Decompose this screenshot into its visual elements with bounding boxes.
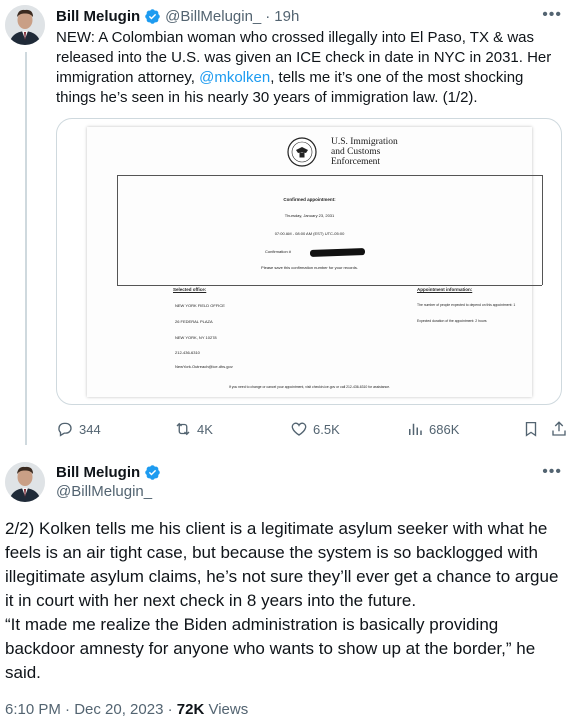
repost-button[interactable]: 4K [174,420,213,438]
confirmation-label: Confirmation # [265,249,292,254]
repost-icon [176,422,190,436]
office-line: NEW YORK FIELD OFFICE [175,303,225,308]
heart-icon [291,422,307,436]
office-line: NewYork.Outreach@ice.dhs.gov [175,364,233,369]
divider [117,285,542,286]
tweet-text: NEW: A Colombian woman who crossed illeg… [56,28,556,108]
like-button[interactable]: 6.5K [290,420,340,438]
share-button[interactable] [550,420,568,438]
reply-count: 344 [79,421,101,437]
info-line: Expected duration of the appointment: 2 … [417,319,487,323]
save-note: Please save this confirmation number for… [261,265,358,270]
repost-count: 4K [197,421,213,437]
appointment-info-heading: Appointment information: [417,287,473,292]
attached-image[interactable]: U.S. Immigration and Customs Enforcement… [56,118,562,405]
office-line: 212-436-6310 [175,350,200,355]
tweet-header: Bill Melugin [56,462,161,482]
verified-badge-icon [145,464,160,480]
author-handle[interactable]: @BillMelugin_ [165,8,261,25]
appointment-time: 07:00 AM - 08:00 AM (EST) UTC-05:00 [274,231,345,236]
footer-note: If you need to change or cancel your app… [228,385,391,389]
reply-button[interactable]: 344 [56,420,101,438]
author-name[interactable]: Bill Melugin [56,8,140,25]
appointment-date: Thursday, January 23, 2031 [284,213,335,218]
like-count: 6.5K [313,421,340,437]
confirmed-heading: Confirmed appointment: [283,197,336,202]
redaction-bar [309,248,366,257]
separator-dot: · [265,7,271,25]
author-handle[interactable]: @BillMelugin_ [56,483,152,500]
more-horizontal-icon[interactable]: ••• [542,463,562,481]
mention-link[interactable]: @mkolken [199,69,270,86]
verified-badge-icon [145,8,160,24]
thread-connector-line [25,52,27,445]
divider [542,175,543,285]
ice-appointment-document: U.S. Immigration and Customs Enforcement… [87,127,543,397]
office-line: NEW YORK, NY 10278 [175,335,217,340]
selected-office-heading: Selected office: [173,287,207,292]
tweet-time[interactable]: 19h [274,8,299,25]
views-button[interactable]: 686K [406,420,459,438]
avatar[interactable] [5,462,45,502]
bookmark-icon [525,421,537,437]
avatar[interactable] [5,5,45,45]
tweet-meta: 6:10 PM · Dec 20, 2023 · 72K Views [5,701,248,718]
office-line: 26 FEDERAL PLAZA [175,319,213,324]
view-count: 686K [429,421,460,437]
views-count: 72K [176,701,205,718]
divider [117,175,542,176]
agency-name: U.S. Immigration and Customs Enforcement [331,137,441,167]
tweet-text: 2/2) Kolken tells me his client is a leg… [5,517,570,685]
agency-line: Enforcement [331,157,381,167]
timestamp[interactable]: 6:10 PM · Dec 20, 2023 · [5,701,177,718]
author-name[interactable]: Bill Melugin [56,464,140,481]
tweet-actions: 344 4K 6.5K 686K [56,420,574,440]
dhs-seal-icon [287,137,317,167]
views-label: Views [204,701,249,718]
info-line: The number of people expected to depend … [417,303,516,307]
agency-line: and Customs [331,147,381,157]
tweet-paragraph: 2/2) Kolken tells me his client is a leg… [5,519,559,610]
more-horizontal-icon[interactable]: ••• [542,6,562,24]
tweet-paragraph: “It made me realize the Biden administra… [5,615,536,682]
tweet-header: Bill Melugin @BillMelugin_ · 19h [56,6,299,26]
bookmark-button[interactable] [522,420,540,438]
analytics-icon [409,423,422,435]
share-icon [552,421,566,436]
reply-icon [58,422,72,437]
agency-line: U.S. Immigration [331,137,398,147]
